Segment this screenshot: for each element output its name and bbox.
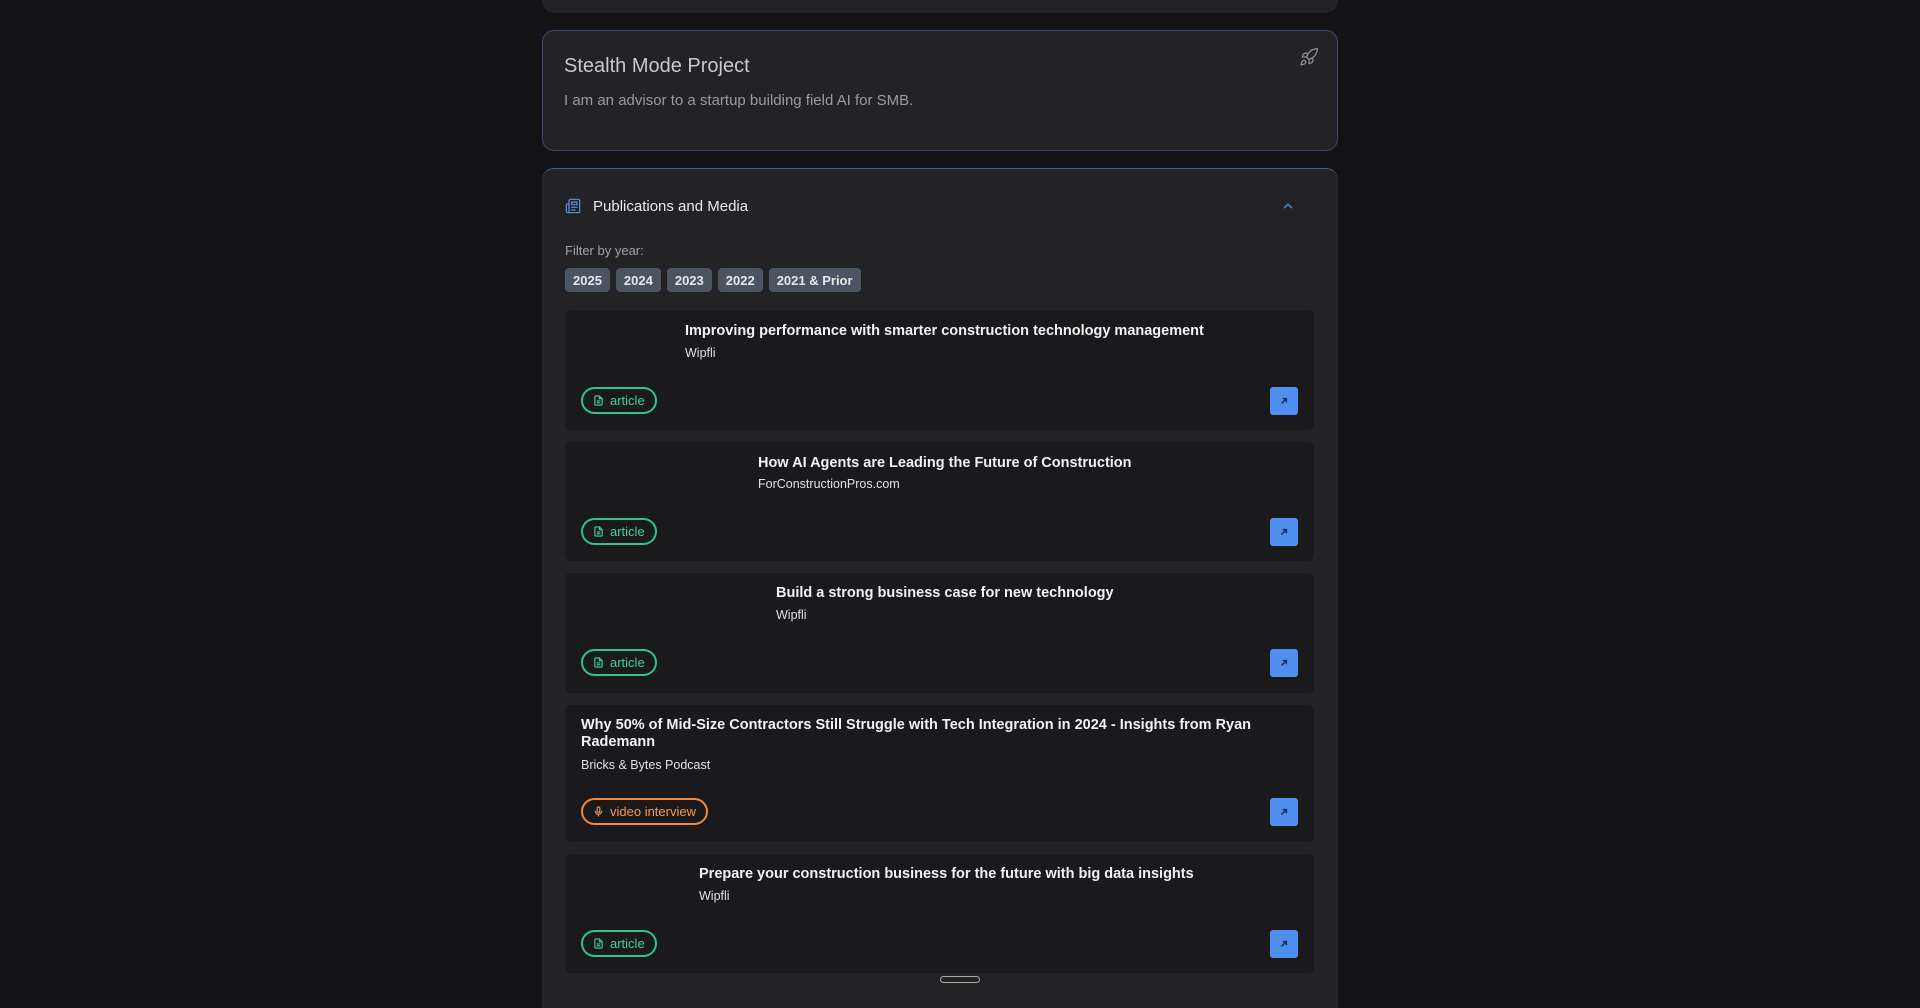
list-item: Why 50% of Mid-Size Contractors Still St… (565, 705, 1314, 842)
type-label: article (610, 524, 645, 539)
document-icon (594, 395, 603, 406)
rocket-icon (1300, 47, 1318, 66)
year-filter-2022[interactable]: 2022 (717, 268, 763, 292)
publications-section: Publications and Media Filter by year: 2… (542, 168, 1338, 1008)
item-title[interactable]: Prepare your construction business for t… (699, 866, 1194, 883)
type-label: video interview (610, 804, 696, 819)
item-title[interactable]: How AI Agents are Leading the Future of … (758, 455, 1132, 472)
year-filter: 2025 2024 2023 2022 2021 & Prior (565, 268, 1315, 292)
open-link-button[interactable] (1270, 518, 1298, 546)
item-source: Wipfli (699, 889, 730, 903)
arrow-up-right-icon (1281, 808, 1288, 815)
arrow-up-right-icon (1281, 528, 1288, 535)
publications-list: Improving performance with smarter const… (565, 310, 1315, 973)
item-title[interactable]: Improving performance with smarter const… (685, 323, 1204, 340)
type-badge: article (581, 649, 657, 676)
project-title: Stealth Mode Project (564, 55, 750, 77)
type-badge: article (581, 930, 657, 957)
document-icon (594, 526, 603, 537)
item-title[interactable]: Why 50% of Mid-Size Contractors Still St… (581, 717, 1281, 751)
main-column: Stealth Mode Project I am an advisor to … (542, 0, 1338, 1008)
type-badge: article (581, 518, 657, 545)
newspaper-icon (565, 198, 581, 214)
list-item: Improving performance with smarter const… (565, 310, 1314, 430)
open-link-button[interactable] (1270, 930, 1298, 958)
project-card: Stealth Mode Project I am an advisor to … (542, 30, 1338, 151)
open-link-button[interactable] (1270, 387, 1298, 415)
item-source: Bricks & Bytes Podcast (581, 758, 711, 772)
type-label: article (610, 655, 645, 670)
arrow-up-right-icon (1281, 940, 1288, 947)
publications-header[interactable]: Publications and Media (565, 169, 1315, 243)
previous-card (542, 0, 1338, 13)
list-item: Prepare your construction business for t… (565, 854, 1314, 973)
chevron-up-icon[interactable] (1281, 199, 1295, 213)
item-title[interactable]: Build a strong business case for new tec… (776, 585, 1114, 602)
year-filter-2023[interactable]: 2023 (666, 268, 712, 292)
year-filter-2021-prior[interactable]: 2021 & Prior (768, 268, 861, 292)
microphone-icon (594, 806, 603, 817)
project-description: I am an advisor to a startup building fi… (564, 92, 914, 109)
item-source: Wipfli (776, 608, 807, 622)
year-filter-2024[interactable]: 2024 (615, 268, 661, 292)
item-source: ForConstructionPros.com (758, 477, 900, 491)
year-filter-2025[interactable]: 2025 (565, 268, 610, 292)
open-link-button[interactable] (1270, 798, 1298, 826)
arrow-up-right-icon (1281, 397, 1288, 404)
list-item: How AI Agents are Leading the Future of … (565, 442, 1314, 561)
document-icon (594, 657, 603, 668)
item-source: Wipfli (685, 346, 716, 360)
type-badge: article (581, 387, 657, 414)
publications-title: Publications and Media (593, 197, 749, 215)
filter-label: Filter by year: (565, 243, 644, 258)
list-item: Build a strong business case for new tec… (565, 573, 1314, 693)
open-link-button[interactable] (1270, 649, 1298, 677)
type-label: article (610, 393, 645, 408)
arrow-up-right-icon (1281, 659, 1288, 666)
type-label: article (610, 936, 645, 951)
document-icon (594, 938, 603, 949)
scroll-handle[interactable] (940, 976, 980, 983)
type-badge: video interview (581, 798, 708, 825)
